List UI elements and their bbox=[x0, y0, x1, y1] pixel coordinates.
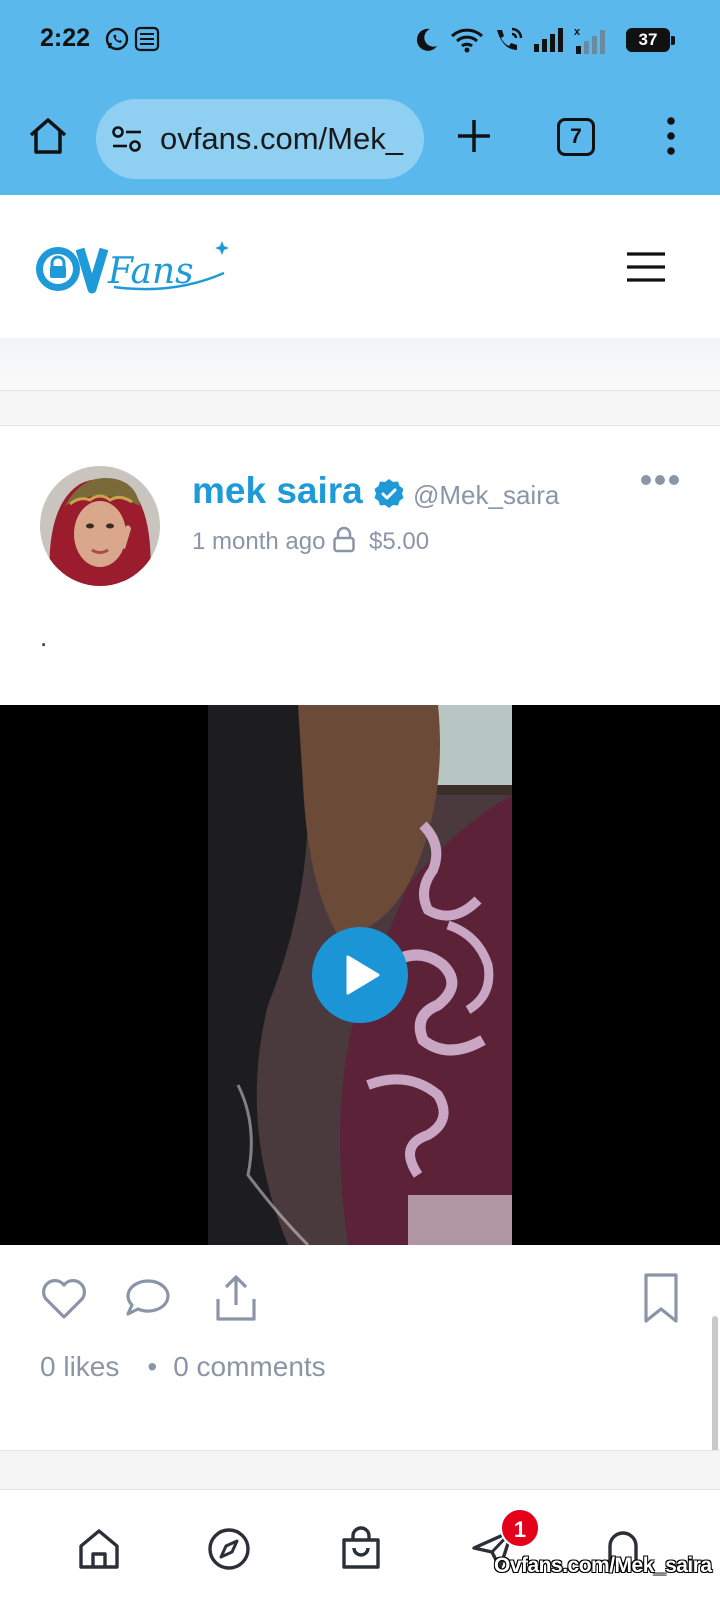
status-time: 2:22 bbox=[40, 24, 91, 52]
play-button[interactable] bbox=[312, 927, 408, 1023]
wifi-icon bbox=[450, 26, 484, 56]
site-header: Fans bbox=[0, 195, 720, 338]
comments-count[interactable]: 0 comments bbox=[173, 1351, 326, 1382]
watermark-text: Ovfans.com/Mek_saira bbox=[494, 1554, 712, 1577]
messages-badge: 1 bbox=[500, 1508, 540, 1548]
home-button[interactable] bbox=[26, 114, 70, 158]
post-stats: 0 likes • 0 comments bbox=[40, 1351, 326, 1383]
bottom-nav: 1 Ovfans.com/Mek_saira bbox=[0, 1490, 720, 1604]
status-bar: 2:22 x 37 bbox=[0, 0, 720, 80]
section-divider bbox=[0, 390, 720, 426]
comment-icon[interactable] bbox=[122, 1273, 174, 1325]
share-icon[interactable] bbox=[210, 1273, 262, 1325]
author-avatar[interactable] bbox=[40, 466, 160, 586]
likes-count[interactable]: 0 likes bbox=[40, 1351, 119, 1382]
browser-menu-icon[interactable] bbox=[656, 114, 686, 158]
browser-toolbar: ovfans.com/Mek_ 7 bbox=[0, 96, 720, 180]
ovfans-logo[interactable]: Fans bbox=[34, 239, 234, 299]
verified-badge-icon bbox=[373, 478, 405, 510]
url-text[interactable]: ovfans.com/Mek_ bbox=[160, 121, 410, 157]
stats-separator: • bbox=[147, 1351, 158, 1382]
header-shadow bbox=[0, 338, 720, 390]
nav-explore-icon[interactable] bbox=[206, 1526, 252, 1572]
whatsapp-icon bbox=[104, 26, 134, 56]
moon-icon bbox=[412, 26, 442, 56]
signal-icon bbox=[532, 26, 563, 56]
svg-text:x: x bbox=[574, 26, 581, 38]
more-options-icon[interactable] bbox=[640, 468, 680, 492]
site-settings-icon[interactable] bbox=[112, 125, 142, 153]
address-bar[interactable]: ovfans.com/Mek_ bbox=[96, 99, 424, 179]
video-player[interactable] bbox=[0, 705, 720, 1245]
nav-shop-icon[interactable] bbox=[338, 1526, 384, 1572]
post-text: . bbox=[40, 622, 48, 652]
hamburger-menu-icon[interactable] bbox=[625, 250, 667, 284]
app-notification-icon bbox=[134, 26, 164, 56]
post-timestamp: 1 month ago bbox=[192, 528, 326, 555]
nav-home-icon[interactable] bbox=[76, 1526, 122, 1572]
post-price: $5.00 bbox=[369, 528, 430, 555]
author-name[interactable]: mek saira bbox=[192, 470, 363, 512]
new-tab-button[interactable] bbox=[454, 116, 494, 156]
page: 2:22 x 37 ovfans.com/Mek_ 7 Fans mek sai… bbox=[0, 0, 720, 1604]
tab-switcher-button[interactable]: 7 bbox=[557, 118, 595, 156]
bottom-divider bbox=[0, 1450, 720, 1490]
battery-indicator: 37 bbox=[626, 28, 675, 52]
wifi-calling-icon bbox=[492, 26, 523, 56]
post-card: mek saira @Mek_saira 1 month ago $5.00 . bbox=[0, 426, 720, 696]
heart-icon[interactable] bbox=[38, 1273, 90, 1325]
bookmark-icon[interactable] bbox=[636, 1273, 688, 1325]
post-actions: 0 likes • 0 comments bbox=[0, 1245, 720, 1450]
browser-chrome: 2:22 x 37 ovfans.com/Mek_ 7 bbox=[0, 0, 720, 195]
lock-icon bbox=[332, 526, 356, 554]
signal-weak-icon: x bbox=[572, 26, 605, 56]
author-handle[interactable]: @Mek_saira bbox=[413, 480, 559, 511]
